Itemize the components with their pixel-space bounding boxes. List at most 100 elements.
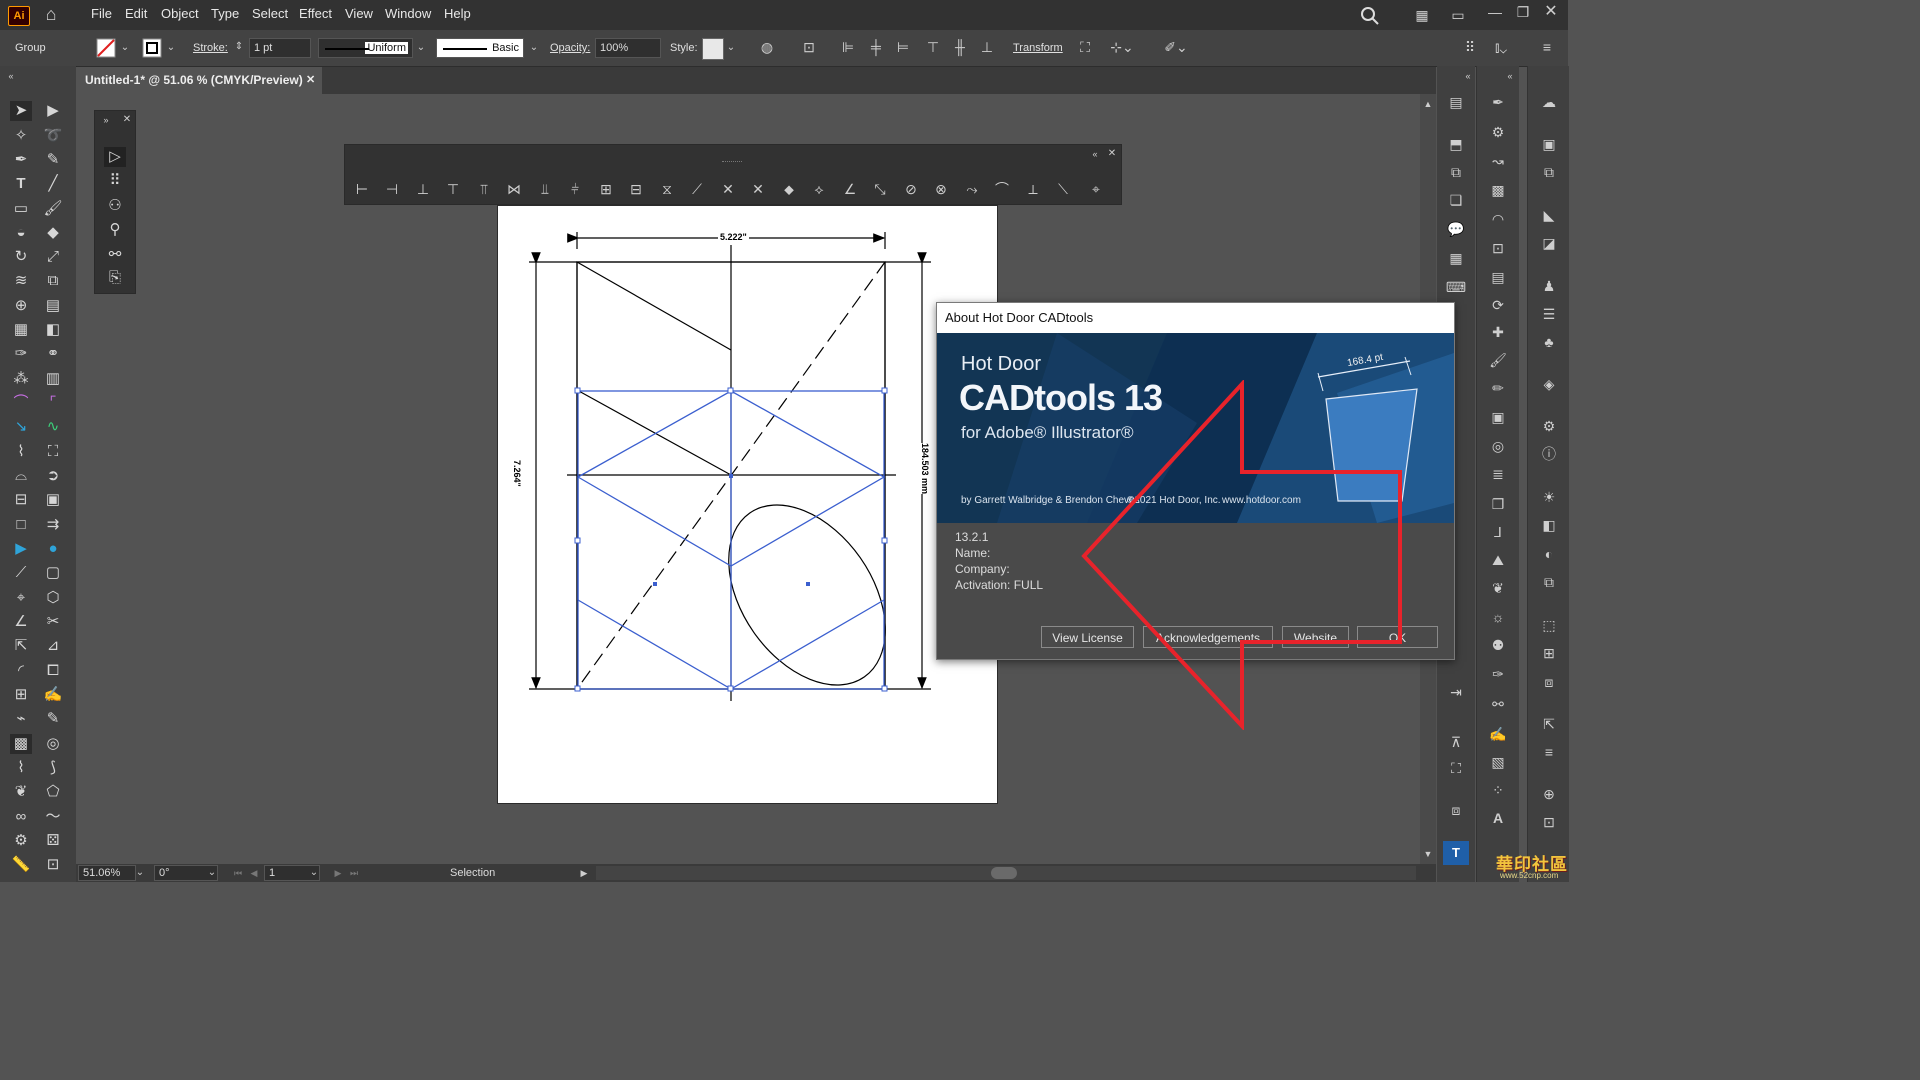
cadtools-crop-tool-icon[interactable]: ⛶: [42, 442, 64, 462]
restore-icon[interactable]: ❐: [1514, 4, 1532, 20]
cad-dim-ordinate-icon[interactable]: ⊟: [626, 181, 646, 197]
color-guide-icon[interactable]: ◐: [1538, 546, 1560, 562]
cad-panel-leaf-icon[interactable]: ❦: [1487, 580, 1509, 596]
free-transform-tool-icon[interactable]: ⧉: [42, 271, 64, 291]
rotate-tool-icon[interactable]: ↻: [10, 247, 32, 267]
isolate-group-icon[interactable]: ⛶: [1075, 39, 1095, 55]
rectangle-tool-icon[interactable]: ▭: [10, 199, 32, 219]
stroke-dropdown-icon[interactable]: ⌄: [164, 40, 178, 56]
cad-panel-dots-icon[interactable]: ⁘: [1487, 782, 1509, 798]
close-window-icon[interactable]: ✕: [1542, 4, 1560, 20]
attributes-panel-icon[interactable]: ⊡: [1538, 814, 1560, 830]
cad-dim-aligned-icon[interactable]: ⊥: [413, 181, 433, 197]
align-right-icon[interactable]: ⊨: [893, 39, 913, 55]
cadtools-arrow-tool-icon[interactable]: ➲: [42, 466, 64, 486]
cadtools-corner-tool-icon[interactable]: ⌜: [42, 393, 64, 413]
variable-width-profile[interactable]: Uniform: [318, 38, 413, 58]
cadtools-square-tool-icon[interactable]: □: [10, 515, 32, 535]
cadtools-ruler-tool-icon[interactable]: ⊞: [10, 685, 32, 705]
tab-panel-icon[interactable]: ⇥: [1445, 684, 1467, 700]
align-to-icon[interactable]: ⊡: [798, 39, 820, 55]
cadtools-path-tool-icon[interactable]: ⌁: [10, 709, 32, 729]
transform-link[interactable]: Transform: [1013, 42, 1063, 54]
cadtools-angle-tool-icon[interactable]: ∠: [10, 612, 32, 632]
menu-file[interactable]: File: [91, 6, 112, 21]
mini-connector-icon[interactable]: ⚯: [104, 245, 126, 265]
cad-dim-baseline-icon[interactable]: ⊤: [443, 181, 463, 197]
recolor-artwork-icon[interactable]: ◍: [757, 39, 777, 55]
cad-dim-leader-icon[interactable]: ∠: [840, 181, 860, 197]
symbols-panel-icon[interactable]: ♣: [1538, 334, 1560, 350]
cad-dim-arc-length-icon[interactable]: ⌒: [992, 181, 1012, 197]
typekit-panel-icon[interactable]: T: [1443, 841, 1469, 865]
symbol-sprayer-tool-icon[interactable]: ⁂: [10, 369, 32, 389]
cad-dim-point-icon[interactable]: ⟍: [1053, 181, 1073, 197]
cad-panel-node-icon[interactable]: ⚙: [1487, 124, 1509, 140]
rotation-dropdown-icon[interactable]: ⌄: [206, 865, 218, 881]
cadtools-tangent-tool-icon[interactable]: ⟋: [10, 563, 32, 583]
blend-tool-icon[interactable]: ⚭: [42, 344, 64, 364]
next-artboard-icon[interactable]: ▶: [332, 865, 344, 881]
toolbar-close-icon[interactable]: ✕: [1106, 146, 1118, 162]
brush-definition[interactable]: Basic: [436, 38, 524, 58]
cad-dim-arc-icon[interactable]: ⊞: [596, 181, 616, 197]
brush-dropdown-icon[interactable]: ⌄: [527, 40, 541, 56]
control-menu-icon[interactable]: ≡: [1538, 39, 1556, 55]
copy-panel-icon[interactable]: ⧉: [1445, 164, 1467, 180]
cad-panel-sun-icon[interactable]: ☼: [1487, 609, 1509, 625]
align-objects-panel-icon[interactable]: ⊞: [1538, 645, 1560, 661]
scroll-up-icon[interactable]: ▲: [1422, 96, 1434, 112]
comment-panel-icon[interactable]: 💬: [1445, 221, 1467, 237]
cadtools-cut-tool-icon[interactable]: ✂: [42, 612, 64, 632]
table-panel-icon[interactable]: ▦: [1445, 250, 1467, 266]
technical-drawing[interactable]: [520, 225, 940, 705]
cad-dim-radius-icon[interactable]: ⫫: [535, 181, 555, 197]
prev-artboard-icon[interactable]: ◀: [248, 865, 260, 881]
cad-panel-circles-icon[interactable]: ⚉: [1487, 637, 1509, 653]
eraser-tool-icon[interactable]: ◆: [42, 223, 64, 243]
minimize-icon[interactable]: —: [1486, 4, 1504, 20]
width-tool-icon[interactable]: ≋: [10, 271, 32, 291]
mini-group-icon[interactable]: ⠿: [104, 171, 126, 191]
cadtools-measure-tool-icon[interactable]: 📏: [10, 855, 32, 875]
asset-export-icon[interactable]: ⊕: [1538, 786, 1560, 802]
cad-dim-area-icon[interactable]: ⧖: [657, 181, 677, 197]
document-tab[interactable]: Untitled-1* @ 51.06 % (CMYK/Preview) ✕: [76, 67, 322, 94]
eyedropper-tool-icon[interactable]: ✑: [10, 344, 32, 364]
cadtools-offset-tool-icon[interactable]: ⇉: [42, 515, 64, 535]
menu-window[interactable]: Window: [385, 6, 431, 21]
cad-panel-plus-icon[interactable]: ✚: [1487, 324, 1509, 340]
graphic-style-swatch[interactable]: [702, 38, 724, 60]
shape-builder-options-icon[interactable]: ⊹⌄: [1107, 39, 1137, 55]
cadtools-leaf-tool-icon[interactable]: ❦: [10, 782, 32, 802]
menu-view[interactable]: View: [345, 6, 373, 21]
variables-panel-icon[interactable]: ≡: [1538, 744, 1560, 760]
cad-dim-callout-icon[interactable]: ⤡: [870, 181, 890, 197]
export-panel-icon[interactable]: ⇱: [1538, 716, 1560, 732]
cad-panel-symbol-icon[interactable]: ⅃: [1487, 524, 1509, 540]
pathfinder-panel-icon[interactable]: ⧉: [1538, 574, 1560, 590]
menu-edit[interactable]: Edit: [125, 6, 147, 21]
cad-dim-diameter-icon[interactable]: ⫩: [565, 181, 585, 197]
arrange-documents-icon[interactable]: ▦: [1412, 7, 1432, 23]
cad-panel-landscape-icon[interactable]: ⛰: [1487, 552, 1509, 568]
cad-dim-perpendicular-icon[interactable]: ⟂: [1023, 181, 1043, 197]
cad-panel-pencil-icon[interactable]: ✏: [1487, 380, 1509, 396]
cad-panel-hatch-icon[interactable]: ▩: [1487, 182, 1509, 198]
menu-help[interactable]: Help: [444, 6, 471, 21]
keyboard-panel-icon[interactable]: ⌨: [1445, 279, 1467, 295]
home-icon[interactable]: ⌂: [40, 5, 62, 23]
cad-dim-iso-x-icon[interactable]: ✕: [718, 181, 738, 197]
mini-circles-icon[interactable]: ⚇: [104, 196, 126, 216]
curvature-tool-icon[interactable]: ✎: [42, 150, 64, 170]
dock1-collapse-icon[interactable]: «: [1463, 68, 1473, 84]
cad-dim-circle-icon[interactable]: ⊘: [901, 181, 921, 197]
cad-panel-spiral-icon[interactable]: ◎: [1487, 438, 1509, 454]
cad-panel-brush-icon[interactable]: 🖌: [1487, 352, 1509, 368]
arrange-panels-icon[interactable]: ⠿: [1461, 39, 1479, 55]
cadtools-line-tool-icon[interactable]: ↘: [10, 417, 32, 437]
cad-dim-vertical-icon[interactable]: ⊣: [382, 181, 402, 197]
align-bottom-icon[interactable]: ⊥: [977, 39, 997, 55]
stroke-panel-icon[interactable]: ☰: [1538, 306, 1560, 322]
cad-dim-center-mark-icon[interactable]: ⌖: [1086, 181, 1106, 197]
